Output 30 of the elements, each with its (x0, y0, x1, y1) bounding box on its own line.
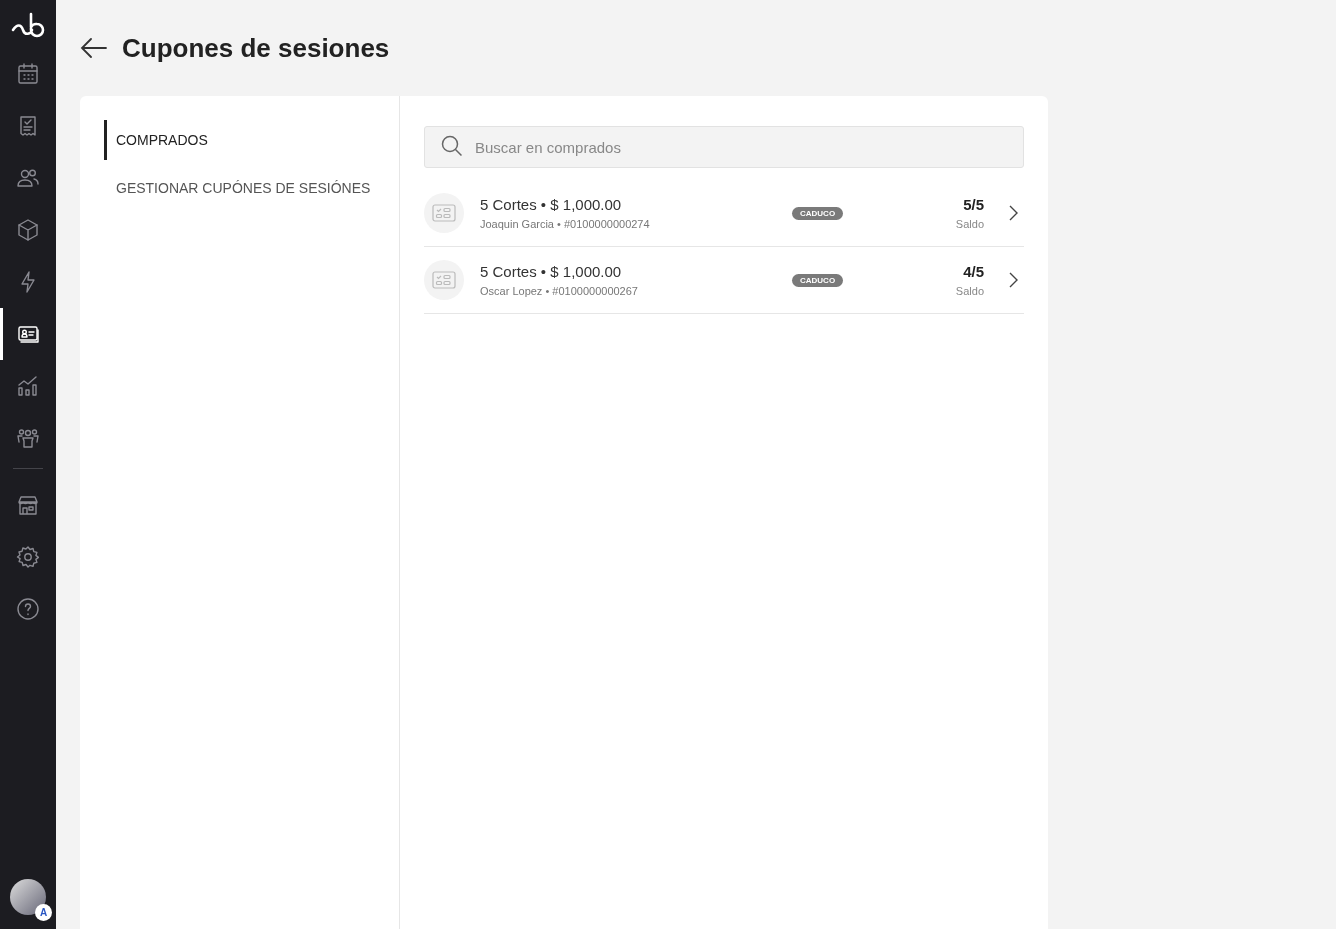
balance-label: Saldo (955, 218, 984, 230)
team-icon[interactable] (16, 426, 40, 450)
logo-icon[interactable] (11, 12, 45, 38)
menu-tab[interactable]: COMPRADOS (104, 120, 399, 160)
store-icon[interactable] (16, 493, 40, 517)
coupon-client: Joaquin Garcia • #0100000000274 (480, 218, 651, 230)
chevron-right-icon[interactable] (1008, 205, 1018, 221)
help-icon[interactable] (16, 597, 40, 621)
avatar[interactable] (10, 879, 46, 915)
status-badge: CADUCO (792, 206, 844, 220)
back-arrow-icon[interactable] (80, 38, 108, 58)
page-title: Cupones de sesiones (122, 32, 390, 64)
coupon-title: 5 Cortes • $ 1,000.00 (480, 263, 623, 280)
avatar-badge: A (35, 904, 52, 921)
search-field[interactable]: Buscar en comprados (424, 126, 1024, 168)
coupon-client: Oscar Lopez • #0100000000267 (480, 285, 639, 297)
calendar-icon[interactable] (16, 62, 40, 86)
coupon-icon (432, 271, 456, 289)
bar-chart-icon[interactable] (16, 374, 40, 398)
menu-tab[interactable]: GESTIONAR CUPÓNES DE SESIÓNES (104, 168, 399, 208)
coupon-icon (432, 204, 456, 222)
settings-icon[interactable] (16, 545, 40, 569)
status-badge: CADUCO (792, 273, 844, 287)
search-icon (441, 135, 463, 157)
box-icon[interactable] (16, 218, 40, 242)
coupon-title: 5 Cortes • $ 1,000.00 (480, 196, 623, 213)
chevron-right-icon[interactable] (1008, 272, 1018, 288)
balance-value: 5/5 (962, 196, 984, 213)
balance-value: 4/5 (962, 263, 984, 280)
balance-label: Saldo (955, 285, 984, 297)
